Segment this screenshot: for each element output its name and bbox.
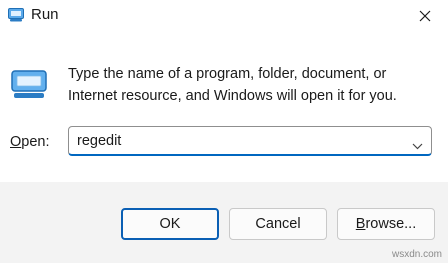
ok-button[interactable]: OK xyxy=(121,208,219,240)
open-label: Open: xyxy=(10,134,50,150)
open-combobox[interactable] xyxy=(68,126,432,156)
run-dialog: Run Type the name of a program, folder, … xyxy=(0,0,448,263)
cancel-button[interactable]: Cancel xyxy=(229,208,327,240)
run-description: Type the name of a program, folder, docu… xyxy=(68,66,397,104)
browse-label: rowse... xyxy=(365,216,417,232)
open-input[interactable] xyxy=(77,127,397,155)
title-bar: Run xyxy=(0,0,448,34)
run-icon xyxy=(8,8,24,22)
browse-mnemonic: B xyxy=(355,216,366,232)
close-button[interactable] xyxy=(402,0,448,32)
open-label-mnemonic: O xyxy=(10,134,22,150)
button-bar: OK Cancel Browse... wsxdn.com xyxy=(0,182,448,263)
browse-button[interactable]: Browse... xyxy=(337,208,435,240)
open-label-text: pen: xyxy=(21,134,50,150)
chevron-down-icon[interactable] xyxy=(412,137,423,155)
window-title: Run xyxy=(31,6,59,23)
run-icon xyxy=(11,70,47,100)
watermark: wsxdn.com xyxy=(391,249,442,260)
